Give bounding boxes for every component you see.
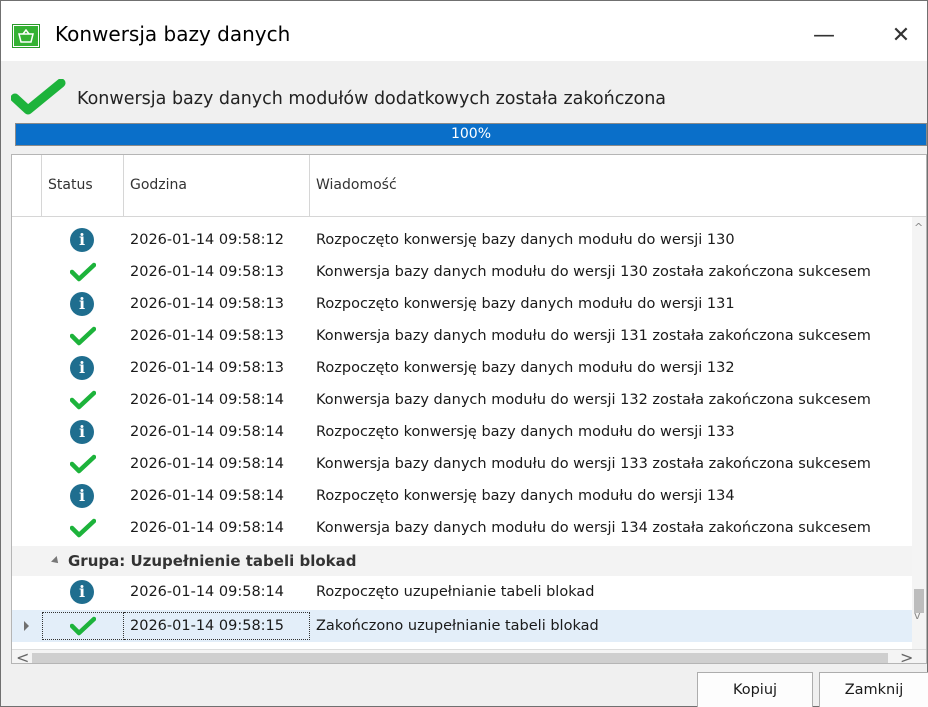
vertical-scrollbar[interactable]: ^ v [912,217,926,649]
row-time: 2026-01-14 09:58:14 [130,488,284,504]
row-message: Konwersja bazy danych modułu do wersji 1… [316,456,871,472]
collapse-triangle-icon[interactable] [51,556,61,566]
grid-rows: Grupa: Uzupełnienie tabeli blokad i 2026-… [12,224,912,642]
status-header: Konwersja bazy danych modułów dodatkowyc… [1,61,927,123]
success-check-icon [69,454,97,474]
success-check-icon [69,390,97,410]
row-time: 2026-01-14 09:58:13 [130,360,284,376]
row-message: Konwersja bazy danych modułu do wersji 1… [316,392,871,408]
group-label: Grupa: Uzupełnienie tabeli blokad [68,552,357,570]
progress-bar: 100% [15,123,927,146]
column-header-time[interactable]: Godzina [124,155,310,216]
dialog-window: Konwersja bazy danych — ✕ Konwersja bazy… [0,0,928,707]
row-message: Rozpoczęto konwersję bazy danych modułu … [316,296,735,312]
grid-header: Status Godzina Wiadomość [12,155,926,217]
progress-label: 100% [450,126,492,142]
row-message: Rozpoczęto konwersję bazy danych modułu … [316,488,735,504]
title-bar: Konwersja bazy danych — ✕ [1,1,927,61]
row-time: 2026-01-14 09:58:14 [130,584,284,600]
scroll-right-arrow-icon[interactable]: > [900,648,913,663]
row-time: 2026-01-14 09:58:15 [130,618,284,634]
info-icon: i [70,580,96,604]
minimize-button[interactable]: — [801,13,847,57]
table-row[interactable]: i 2026-01-14 09:58:14 Rozpoczęto konwersję… [12,416,912,448]
column-header-status[interactable]: Status [42,155,124,216]
row-message: Konwersja bazy danych modułu do wersji 1… [316,328,871,344]
window-title: Konwersja bazy danych [55,22,291,46]
horizontal-scroll-thumb[interactable] [32,653,888,663]
table-row[interactable]: i 2026-01-14 09:58:13 Rozpoczęto konwersję… [12,352,912,384]
row-message: Rozpoczęto uzupełnianie tabeli blokad [316,584,595,600]
row-indicator-header [12,155,42,216]
scroll-left-arrow-icon[interactable]: < [16,648,29,663]
close-window-button[interactable]: ✕ [878,13,924,57]
row-time: 2026-01-14 09:58:14 [130,424,284,440]
table-row[interactable]: i 2026-01-14 09:58:14 Rozpoczęto uzupełnia… [12,576,912,608]
scroll-down-arrow-icon[interactable]: v [914,609,921,622]
info-icon: i [70,356,96,380]
table-row[interactable]: i 2026-01-14 09:58:14 Rozpoczęto konwersję… [12,480,912,512]
status-message: Konwersja bazy danych modułów dodatkowyc… [77,89,667,109]
row-time: 2026-01-14 09:58:13 [130,296,284,312]
table-row[interactable]: 2026-01-14 09:58:13 Konwersja bazy danych… [12,256,912,288]
table-row[interactable]: 2026-01-14 09:58:15 Zakończono uzupełnian… [12,610,912,642]
close-button[interactable]: Zamknij [819,672,928,707]
table-row[interactable]: 2026-01-14 09:58:13 Konwersja bazy danych… [12,320,912,352]
row-time: 2026-01-14 09:58:14 [130,520,284,536]
table-row[interactable]: i 2026-01-14 09:58:12 Rozpoczęto konwersję… [12,224,912,256]
info-icon: i [70,484,96,508]
table-row[interactable]: i 2026-01-14 09:58:13 Rozpoczęto konwersję… [12,288,912,320]
info-icon: i [70,228,96,252]
success-check-icon [69,518,97,538]
row-message: Rozpoczęto konwersję bazy danych modułu … [316,232,735,248]
row-message: Konwersja bazy danych modułu do wersji 1… [316,264,871,280]
group-row[interactable]: Grupa: Uzupełnienie tabeli blokad [12,546,912,576]
row-time: 2026-01-14 09:58:14 [130,456,284,472]
info-icon: i [70,420,96,444]
info-icon: i [70,292,96,316]
column-header-message[interactable]: Wiadomość [310,155,926,216]
row-message: Rozpoczęto konwersję bazy danych modułu … [316,360,735,376]
row-message: Zakończono uzupełnianie tabeli blokad [316,618,599,634]
scroll-up-arrow-icon[interactable]: ^ [914,221,923,234]
copy-button[interactable]: Kopiuj [697,672,813,707]
success-check-icon [69,616,97,636]
log-grid: Status Godzina Wiadomość Grupa: Uzupełni… [11,154,927,664]
row-message: Konwersja bazy danych modułu do wersji 1… [316,520,871,536]
current-row-indicator-icon [24,621,29,631]
row-time: 2026-01-14 09:58:12 [130,232,284,248]
row-time: 2026-01-14 09:58:13 [130,264,284,280]
row-time: 2026-01-14 09:58:13 [130,328,284,344]
success-check-icon [69,262,97,282]
table-row[interactable]: 2026-01-14 09:58:14 Konwersja bazy danych… [12,512,912,544]
basket-app-icon [12,24,40,48]
success-check-icon [69,326,97,346]
row-time: 2026-01-14 09:58:14 [130,392,284,408]
row-message: Rozpoczęto konwersję bazy danych modułu … [316,424,735,440]
success-check-icon [11,79,66,115]
horizontal-scrollbar[interactable]: < > [12,648,926,663]
table-row[interactable]: 2026-01-14 09:58:14 Konwersja bazy danych… [12,448,912,480]
table-row[interactable]: 2026-01-14 09:58:14 Konwersja bazy danych… [12,384,912,416]
